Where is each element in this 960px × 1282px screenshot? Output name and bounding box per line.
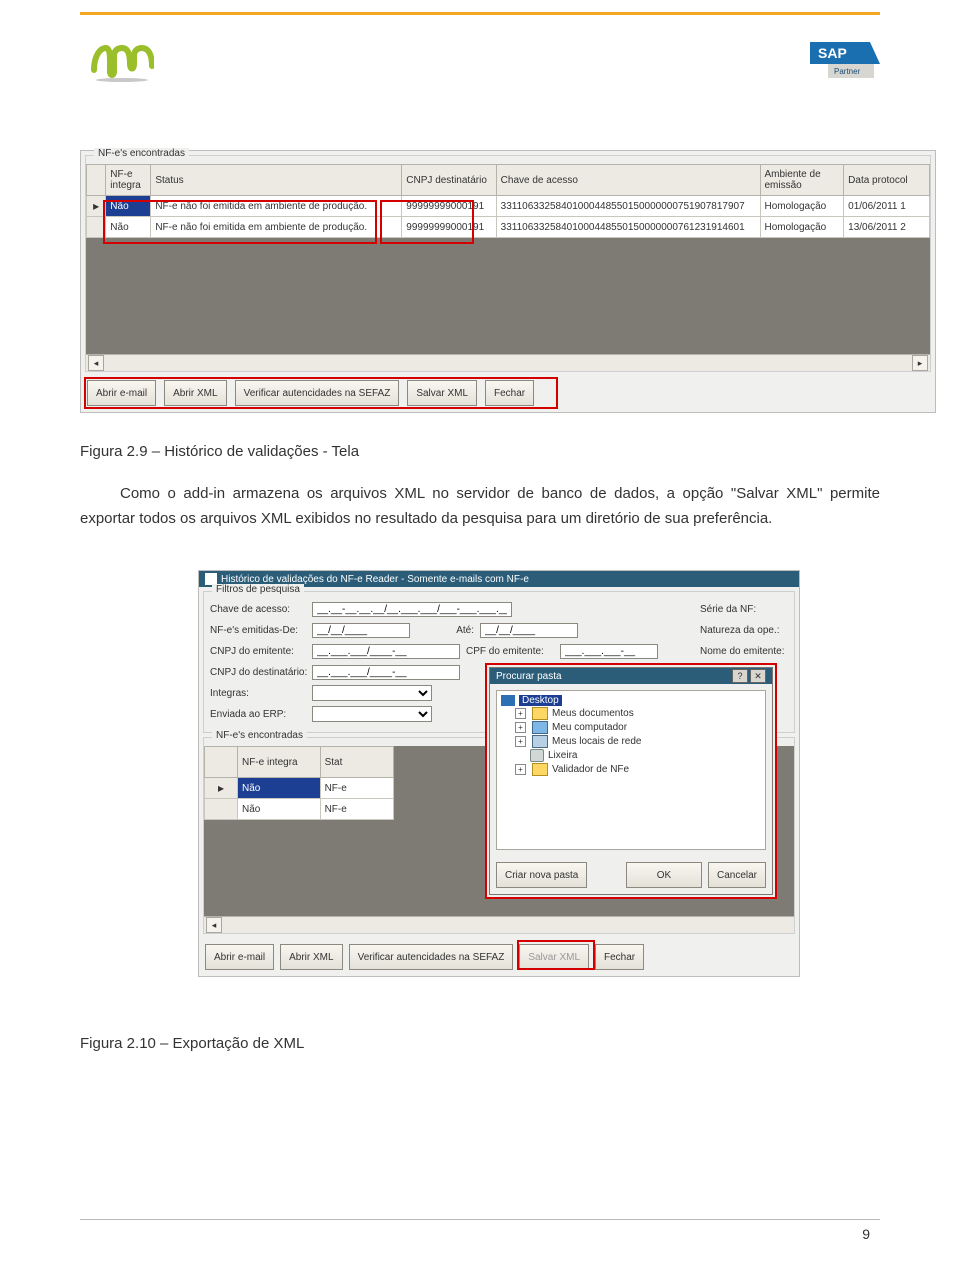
label-nome: Nome do emitente: xyxy=(700,646,788,657)
input-emitidas-ate[interactable] xyxy=(480,623,578,638)
nfe-encontradas-group: NF-e's encontradas NF-e integra Status C… xyxy=(85,155,931,372)
label-cnpj-emit: CNPJ do emitente: xyxy=(210,646,312,657)
figure-2-10-caption: Figura 2.10 – Exportação de XML xyxy=(80,1032,880,1057)
scroll-right-icon[interactable]: ▸ xyxy=(912,355,928,371)
action-buttons-row: Abrir e-mail Abrir XML Verificar autenci… xyxy=(81,374,935,412)
col-integra[interactable]: NF-e integra xyxy=(106,165,151,196)
label-natureza: Natureza da ope.: xyxy=(700,625,788,636)
figure-2-9-screenshot: NF-e's encontradas NF-e integra Status C… xyxy=(80,150,936,413)
filtros-label: Filtros de pesquisa xyxy=(212,584,304,595)
footer-divider xyxy=(80,1219,880,1220)
folder-icon xyxy=(532,707,548,720)
criar-pasta-button[interactable]: Criar nova pasta xyxy=(496,862,587,888)
input-cnpj-emit[interactable] xyxy=(312,644,460,659)
label-chave: Chave de acesso: xyxy=(210,604,312,615)
select-enviada-erp[interactable] xyxy=(312,706,432,722)
col-ambiente[interactable]: Ambiente de emissão xyxy=(760,165,844,196)
expand-icon[interactable]: + xyxy=(515,764,526,775)
sap-partner-logo: SAP Partner xyxy=(810,36,880,82)
salvar-xml-button[interactable]: Salvar XML xyxy=(407,380,477,406)
verificar-sefaz-button[interactable]: Verificar autencidades na SEFAZ xyxy=(235,380,400,406)
expand-icon[interactable]: + xyxy=(515,736,526,747)
procurar-pasta-dialog: Procurar pasta ? ✕ Desktop + Meus docume… xyxy=(485,663,777,899)
une-logo xyxy=(90,36,154,86)
nfe-grid-2: NF-e integra Stat ▸ Não NF-e Não xyxy=(204,746,394,820)
tree-meus-locais-rede[interactable]: + Meus locais de rede xyxy=(501,735,761,748)
col2-integra[interactable]: NF-e integra xyxy=(238,747,321,778)
trash-icon xyxy=(530,749,544,762)
label-enviada-erp: Enviada ao ERP: xyxy=(210,709,312,720)
col-status[interactable]: Status xyxy=(151,165,402,196)
tree-meu-computador[interactable]: + Meu computador xyxy=(501,721,761,734)
fechar-button[interactable]: Fechar xyxy=(485,380,534,406)
top-accent-bar xyxy=(80,12,880,15)
table-row[interactable]: Não NF-e não foi emitida em ambiente de … xyxy=(87,217,930,238)
nfe-grid: NF-e integra Status CNPJ destinatário Ch… xyxy=(86,164,930,238)
col-cnpj[interactable]: CNPJ destinatário xyxy=(402,165,496,196)
label-ate: Até: xyxy=(410,625,480,636)
cancelar-button[interactable]: Cancelar xyxy=(708,862,766,888)
tree-lixeira[interactable]: Lixeira xyxy=(501,749,761,762)
col-chave[interactable]: Chave de acesso xyxy=(496,165,760,196)
table-row[interactable]: ▸ Não NF-e xyxy=(205,778,394,799)
scroll-left-icon[interactable]: ◂ xyxy=(206,917,222,933)
abrir-email-button[interactable]: Abrir e-mail xyxy=(205,944,274,970)
fechar-button[interactable]: Fechar xyxy=(595,944,644,970)
header-logos: SAP Partner xyxy=(90,36,880,86)
tree-validador-nfe[interactable]: + Validador de NFe xyxy=(501,763,761,776)
abrir-xml-button[interactable]: Abrir XML xyxy=(280,944,342,970)
label-cpf-emit: CPF do emitente: xyxy=(460,646,560,657)
input-cpf-emit[interactable] xyxy=(560,644,658,659)
folder-icon xyxy=(532,763,548,776)
nfe-encontradas-label-2: NF-e's encontradas xyxy=(212,730,307,741)
salvar-xml-button[interactable]: Salvar XML xyxy=(519,944,589,970)
dialog-titlebar: Procurar pasta ? ✕ xyxy=(490,668,772,684)
help-icon[interactable]: ? xyxy=(732,669,748,683)
folder-tree[interactable]: Desktop + Meus documentos + Meu computad… xyxy=(496,690,766,850)
table-row[interactable]: Não NF-e xyxy=(205,799,394,820)
computer-icon xyxy=(532,721,548,734)
expand-icon[interactable]: + xyxy=(515,708,526,719)
desktop-icon xyxy=(501,695,515,706)
tree-meus-documentos[interactable]: + Meus documentos xyxy=(501,707,761,720)
ok-button[interactable]: OK xyxy=(626,862,702,888)
figure-2-10-screenshot: Histórico de validações do NF-e Reader -… xyxy=(198,570,800,977)
grid2-scrollbar[interactable]: ◂ xyxy=(204,916,794,933)
col2-stat[interactable]: Stat xyxy=(320,747,393,778)
body-paragraph: Como o add-in armazena os arquivos XML n… xyxy=(80,482,880,532)
page-number: 9 xyxy=(862,1226,870,1242)
nfe-encontradas-label: NF-e's encontradas xyxy=(94,148,189,159)
input-cnpj-dest[interactable] xyxy=(312,665,460,680)
dialog-title-text: Procurar pasta xyxy=(496,671,562,682)
svg-text:SAP: SAP xyxy=(818,45,847,61)
table-row[interactable]: ▸ Não NF-e não foi emitida em ambiente d… xyxy=(87,196,930,217)
expand-icon[interactable]: + xyxy=(515,722,526,733)
scroll-left-icon[interactable]: ◂ xyxy=(88,355,104,371)
tree-desktop[interactable]: Desktop xyxy=(501,695,761,706)
window-title-text: Histórico de validações do NF-e Reader -… xyxy=(221,574,529,585)
label-emitidas: NF-e's emitidas-De: xyxy=(210,625,312,636)
select-integras[interactable] xyxy=(312,685,432,701)
figure-2-9-caption: Figura 2.9 – Histórico de validações - T… xyxy=(80,440,880,465)
abrir-email-button[interactable]: Abrir e-mail xyxy=(87,380,156,406)
col-data[interactable]: Data protocol xyxy=(844,165,930,196)
label-cnpj-dest: CNPJ do destinatário: xyxy=(210,667,312,678)
grid-horizontal-scrollbar[interactable]: ◂ ▸ xyxy=(86,354,930,371)
label-integras: Integras: xyxy=(210,688,312,699)
svg-text:Partner: Partner xyxy=(834,67,861,76)
input-emitidas-de[interactable] xyxy=(312,623,410,638)
input-chave[interactable] xyxy=(312,602,512,617)
close-icon[interactable]: ✕ xyxy=(750,669,766,683)
action-buttons-row-2: Abrir e-mail Abrir XML Verificar autenci… xyxy=(199,938,799,976)
verificar-sefaz-button[interactable]: Verificar autencidades na SEFAZ xyxy=(349,944,514,970)
abrir-xml-button[interactable]: Abrir XML xyxy=(164,380,226,406)
label-serie: Série da NF: xyxy=(700,604,788,615)
network-icon xyxy=(532,735,548,748)
